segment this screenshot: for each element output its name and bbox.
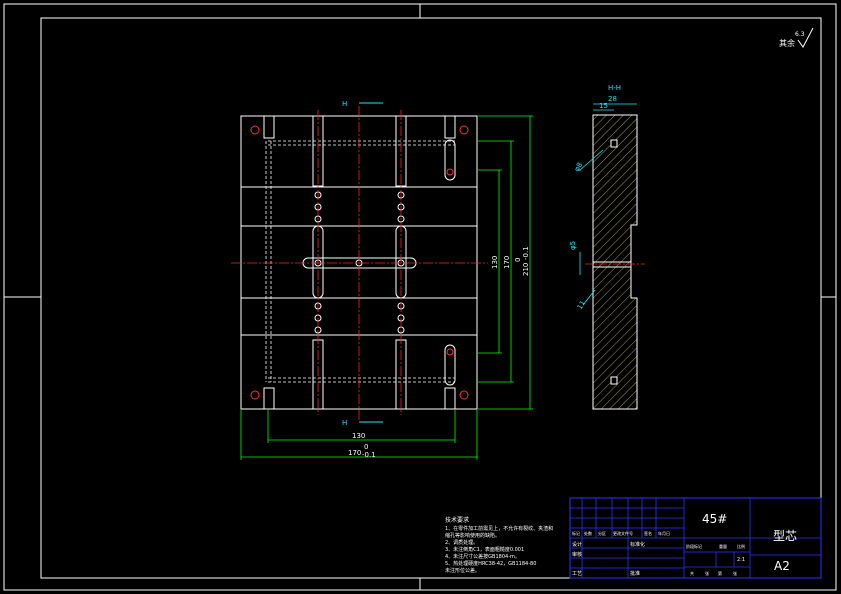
section-mark-top: H	[342, 100, 347, 108]
section-mark-bottom: H	[342, 419, 347, 427]
note-line-6: 未注形位公差。	[445, 567, 480, 574]
dim-170-tol-up: 0	[364, 443, 368, 451]
dim-170-v: 170	[503, 256, 511, 269]
dim-170-h: 170	[348, 449, 361, 457]
tb-cell-check: 审核	[572, 551, 582, 558]
tb-cell-stage: 阶段标记	[686, 543, 702, 549]
dim-phi5: φ5	[569, 241, 577, 250]
roughness-symbol: 其余 6.3	[779, 27, 814, 48]
cad-drawing-canvas: 其余 6.3 H H 130 170 0 -0.1 130 170 210 0 …	[3, 3, 837, 591]
tb-cell-count: 处数	[584, 530, 592, 536]
dim-phi8: φ8	[573, 161, 584, 173]
note-line-0: 1、在零件加工前需见上，不允许有裂纹、夹渣和	[445, 525, 553, 532]
tb-cell-weight: 重量	[719, 543, 727, 549]
dim-130-h: 130	[352, 432, 365, 440]
roughness-value: 6.3	[795, 31, 805, 38]
tb-cell-sheets: 张	[705, 570, 709, 576]
dim-210-tol-dn: -0.1	[522, 246, 530, 260]
roughness-label: 其余	[779, 38, 795, 48]
tb-cell-sign: 签名	[644, 530, 652, 536]
tb-cell-date: 年月日	[658, 530, 670, 536]
dim-130-v: 130	[491, 256, 499, 269]
technical-notes: 技术要求 1、在零件加工前需见上，不允许有裂纹、夹渣和 缩孔等影响使用的缺陷。 …	[445, 516, 553, 574]
tb-cell-change: 更改文件号	[613, 530, 633, 536]
sheet-size: A2	[774, 559, 790, 573]
tb-cell-design: 设计	[572, 541, 582, 548]
tb-cell-process: 工艺	[572, 571, 582, 577]
tb-scale-value: 2:1	[737, 557, 745, 563]
dim-15: 15	[599, 102, 608, 110]
tb-cell-standard: 标准化	[630, 541, 645, 548]
dim-210-v: 210	[522, 263, 530, 276]
tb-cell-approve: 批准	[630, 570, 640, 577]
dim-170-tol-dn: -0.1	[362, 451, 376, 459]
dim-11: 11	[576, 299, 587, 311]
tb-cell-mark: 标记	[572, 530, 580, 536]
note-line-4: 4、未注尺寸公差按GB1804-m。	[445, 553, 520, 560]
centering-marks	[4, 4, 836, 590]
outer-border	[3, 3, 837, 591]
front-view: H H 130 170 0 -0.1 130 170 210 0 -0.1	[231, 100, 533, 460]
part-name: 型芯	[773, 529, 797, 543]
section-view: H-H 28 15 φ8 φ5 11	[569, 84, 645, 410]
title-block: 45# 型芯 A2 设计 标准化 审核 工艺 批准 标记 处数 分区 更改文件号…	[569, 497, 822, 579]
tb-cell-page: 第	[718, 570, 722, 576]
dim-210-tol-up: 0	[514, 258, 522, 262]
section-label: H-H	[608, 84, 621, 92]
note-line-1: 缩孔等影响使用的缺陷。	[445, 532, 500, 539]
tb-cell-zone: 分区	[598, 530, 606, 536]
note-line-2: 2、调质处理。	[445, 539, 478, 546]
notes-title: 技术要求	[445, 516, 469, 524]
tb-cell-scale-label: 比例	[737, 543, 745, 549]
dim-28: 28	[608, 95, 617, 103]
note-line-5: 5、热处理硬度HRC38-42，GB1184-80	[445, 560, 536, 567]
material-label: 45#	[702, 512, 727, 526]
tb-cell-total: 共	[690, 570, 694, 576]
tb-cell-page-sheet: 张	[733, 570, 737, 576]
note-line-3: 3、未注倒角C1，表面粗糙度0.001	[445, 546, 524, 553]
